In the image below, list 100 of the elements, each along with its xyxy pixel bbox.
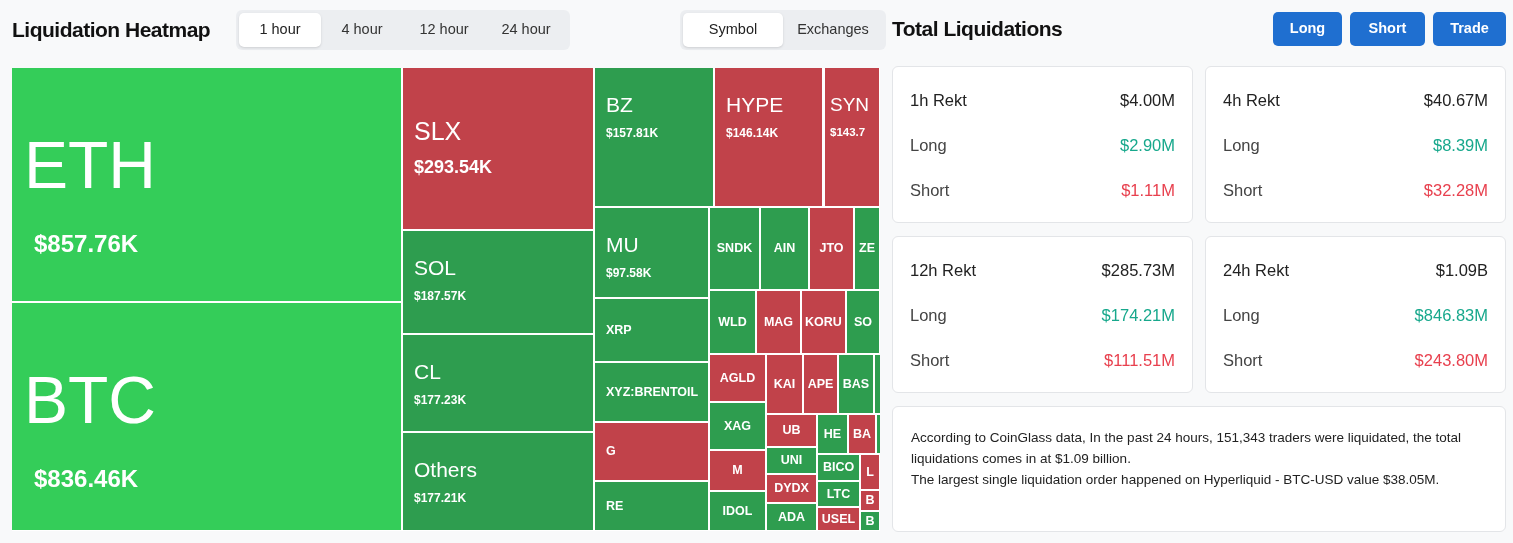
heatmap-tile[interactable]: XAG — [710, 403, 766, 450]
symbol-label: KORU — [805, 313, 842, 331]
heatmap-tile[interactable]: LTC — [818, 482, 860, 507]
stat-label: 1h Rekt — [910, 89, 967, 111]
heatmap-tile[interactable]: G — [595, 423, 709, 481]
symbol-label: BTC — [24, 365, 157, 435]
stat-value: $243.80M — [1414, 349, 1488, 371]
heatmap-tile[interactable]: XYZ:BRENTOIL — [595, 363, 709, 422]
heatmap-tile[interactable]: B — [861, 512, 880, 531]
heatmap-tile[interactable]: SYN $143.7 — [825, 68, 880, 207]
tab[interactable]: 12 hour — [403, 13, 485, 47]
heatmap-tile[interactable] — [875, 355, 880, 414]
tab[interactable]: 1 hour — [239, 13, 321, 47]
value-label: $146.14K — [726, 125, 780, 142]
heatmap-tile[interactable]: KORU — [802, 291, 846, 354]
symbol-label: JTO — [819, 240, 844, 258]
symbol-label: SOL — [414, 255, 458, 281]
symbol-label: M — [732, 462, 743, 480]
symbol-label: Others — [414, 457, 479, 483]
heatmap-tile[interactable]: IDOL — [710, 492, 766, 531]
stat-label: Short — [910, 179, 950, 201]
stat-label: Long — [910, 134, 947, 156]
symbol-label: AGLD — [719, 369, 756, 387]
symbol-label: MU — [606, 232, 640, 258]
heatmap-tile[interactable]: SOL $187.57K — [403, 231, 594, 334]
heatmap-tile[interactable]: DYDX — [767, 475, 817, 503]
heatmap-tile[interactable]: SLX $293.54K — [403, 68, 594, 230]
heatmap-tile[interactable]: L — [861, 455, 880, 490]
tab[interactable]: 4 hour — [321, 13, 403, 47]
tab[interactable]: Exchanges — [783, 13, 883, 47]
heatmap-tile[interactable]: BICO — [818, 455, 860, 481]
value-label: $293.54K — [414, 156, 494, 179]
stat-value: $1.09B — [1435, 259, 1488, 281]
symbol-label: XRP — [606, 321, 633, 339]
heatmap-tile[interactable]: HE — [818, 415, 848, 454]
heatmap-tile[interactable]: ZE — [855, 208, 880, 290]
heatmap-tile[interactable]: Others $177.21K — [403, 433, 594, 531]
heatmap-tile[interactable]: XRP — [595, 299, 709, 362]
symbol-label: G — [606, 443, 617, 461]
stat-value: $285.73M — [1101, 259, 1175, 281]
symbol-label: BZ — [606, 92, 634, 118]
stat-label: 24h Rekt — [1223, 259, 1290, 281]
heatmap-tile[interactable]: M — [710, 451, 766, 491]
symbol-label: ETH — [24, 130, 157, 200]
heatmap-tile[interactable]: ADA — [767, 504, 817, 531]
heatmap-tile[interactable]: BA — [849, 415, 876, 454]
tab[interactable]: Symbol — [683, 13, 783, 47]
value-label: $187.57K — [414, 288, 468, 305]
heatmap-tile[interactable]: AIN — [761, 208, 809, 290]
heatmap-tile[interactable]: RE — [595, 482, 709, 531]
heatmap-tile[interactable]: CL $177.23K — [403, 335, 594, 432]
stat-label: Long — [910, 304, 947, 326]
stat-value: $4.00M — [1119, 89, 1175, 111]
symbol-label: SYN — [830, 93, 871, 117]
value-label: $177.23K — [414, 392, 468, 409]
symbol-label: UB — [782, 422, 801, 440]
stat-label: Short — [1223, 349, 1263, 371]
heatmap-tile[interactable]: B — [861, 491, 880, 511]
symbol-label: UNI — [780, 452, 803, 470]
heatmap-tile[interactable]: UNI — [767, 448, 817, 474]
symbol-label: ADA — [777, 508, 806, 526]
symbol-label: AIN — [773, 240, 796, 258]
tab[interactable]: 24 hour — [485, 13, 567, 47]
heatmap-tile[interactable]: BAS — [839, 355, 874, 414]
symbol-label: B — [865, 492, 875, 510]
stat-value: $40.67M — [1423, 89, 1488, 111]
heatmap-tile[interactable]: SO — [847, 291, 880, 354]
symbol-label: MAG — [763, 313, 794, 331]
stat-label: 4h Rekt — [1223, 89, 1280, 111]
heatmap-tile[interactable]: SNDK — [710, 208, 760, 290]
value-label: $857.76K — [34, 229, 140, 259]
symbol-label: SLX — [414, 116, 463, 146]
summary-text: According to CoinGlass data, In the past 24 hours, 151,343 traders were liquidated, the total liquidations comes in at $1.09 billion. — [911, 429, 1463, 468]
heatmap-tile[interactable]: JTO — [810, 208, 854, 290]
heatmap-tile[interactable]: AGLD — [710, 355, 766, 402]
heatmap-tile[interactable]: BZ $157.81K — [595, 68, 714, 207]
symbol-label: HYPE — [726, 92, 785, 118]
heatmap-tile[interactable]: APE — [804, 355, 838, 414]
value-label: $143.7 — [830, 125, 867, 140]
symbol-label: HE — [823, 425, 842, 443]
heatmap-tile[interactable]: HYPE $146.14K — [715, 68, 823, 207]
heatmap-tile[interactable]: WLD — [710, 291, 756, 354]
action-button[interactable]: Long — [1273, 12, 1342, 46]
symbol-label: CL — [414, 359, 442, 385]
symbol-label: SO — [853, 313, 873, 331]
action-button[interactable]: Trade — [1433, 12, 1506, 46]
heatmap-tile[interactable]: UB — [767, 415, 817, 447]
symbol-label: DYDX — [774, 480, 809, 498]
symbol-label: BICO — [822, 459, 855, 477]
totals-title: Total Liquidations — [892, 16, 1063, 43]
stat-value: $2.90M — [1119, 134, 1175, 156]
heatmap-tile[interactable] — [877, 415, 880, 454]
action-button[interactable]: Short — [1350, 12, 1425, 46]
stat-label: Short — [1223, 179, 1263, 201]
stat-label: Long — [1223, 304, 1260, 326]
stat-value: $111.51M — [1104, 349, 1175, 371]
heatmap-tile[interactable]: MAG — [757, 291, 801, 354]
heatmap-tile[interactable]: KAI — [767, 355, 803, 414]
heatmap-tile[interactable]: MU $97.58K — [595, 208, 709, 298]
symbol-label: XYZ:BRENTOIL — [606, 383, 697, 401]
